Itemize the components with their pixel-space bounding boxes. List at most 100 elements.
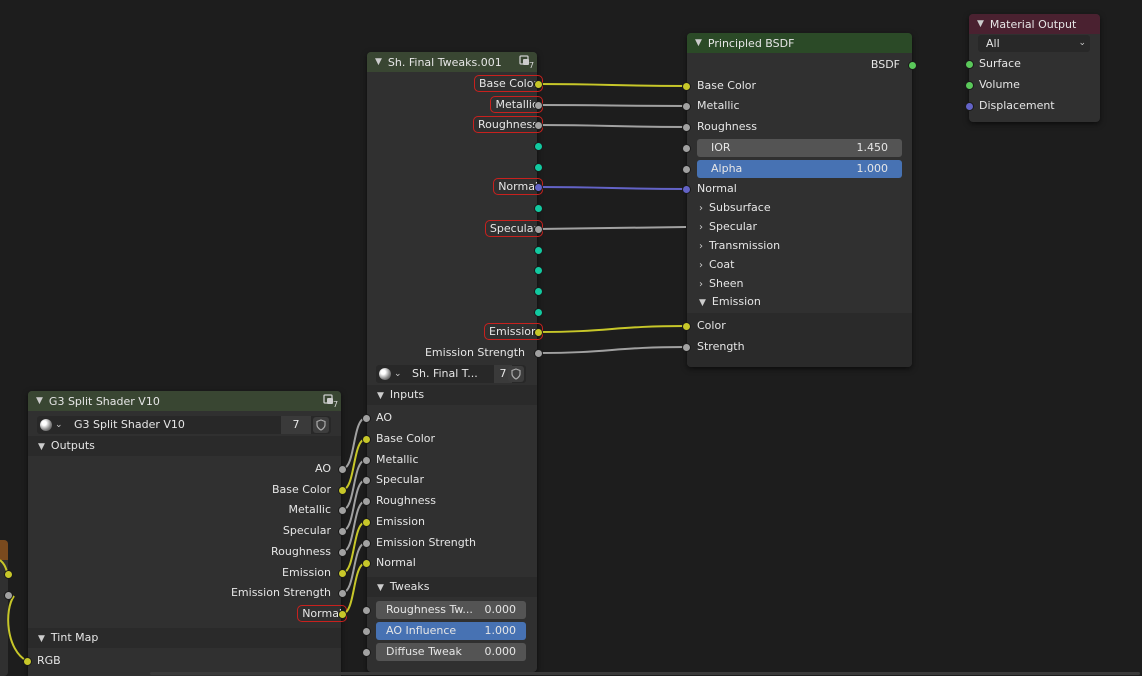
collapse-chevron-icon[interactable]: ▼ xyxy=(375,57,382,67)
material-output-header[interactable]: ▼ Material Output xyxy=(969,14,1100,34)
ft-in-socket-roughness[interactable] xyxy=(362,497,371,506)
ft-out-socket-hidden[interactable] xyxy=(534,204,543,213)
ft-in-socket-metallic[interactable] xyxy=(362,456,371,465)
ft-in-socket-normal[interactable] xyxy=(362,559,371,568)
mo-in-socket-volume[interactable] xyxy=(965,81,974,90)
principled-header[interactable]: ▼ Principled BSDF xyxy=(687,33,912,53)
datablock-selector[interactable]: ⌄ G3 Split Shader V10 7 xyxy=(37,416,331,434)
ft-in-socket-ao-influence[interactable] xyxy=(362,627,371,636)
expand-chevron-icon[interactable]: › xyxy=(699,222,703,233)
panel-specular[interactable]: › Specular xyxy=(699,218,757,236)
datablock-name[interactable]: Sh. Final T... xyxy=(412,365,478,383)
roughness-tweak-field[interactable]: Roughness Tw... 0.000 xyxy=(376,601,526,619)
diffuse-tweak-field[interactable]: Diffuse Tweak 0.000 xyxy=(376,643,526,661)
final-tweaks-header[interactable]: ▼ Sh. Final Tweaks.001 7 xyxy=(367,52,537,72)
ss-out-socket-metallic[interactable] xyxy=(338,506,347,515)
panel-subsurface[interactable]: › Subsurface xyxy=(699,199,771,217)
horizontal-scrollbar[interactable] xyxy=(150,672,1140,675)
pb-in-socket-ior[interactable] xyxy=(682,144,691,153)
datablock-selector[interactable]: ⌄ Sh. Final T... 7 xyxy=(376,365,526,383)
panel-coat[interactable]: › Coat xyxy=(699,256,734,274)
inputs-panel-header[interactable]: ▼ Inputs xyxy=(367,385,537,405)
final-tweaks-node[interactable]: ▼ Sh. Final Tweaks.001 7 Base Color Meta… xyxy=(367,52,543,672)
collapse-chevron-icon[interactable]: ▼ xyxy=(36,396,43,406)
ft-out-socket-specular[interactable] xyxy=(534,225,543,234)
pb-in-socket-emission-strength[interactable] xyxy=(682,343,691,352)
ft-out-socket-roughness[interactable] xyxy=(534,121,543,130)
offscreen-socket-float[interactable] xyxy=(4,591,13,600)
alpha-field[interactable]: Alpha 1.000 xyxy=(697,160,902,178)
ft-in-socket-diffuse-tweak[interactable] xyxy=(362,648,371,657)
ft-out-socket-hidden[interactable] xyxy=(534,266,543,275)
ss-out-socket-normal[interactable] xyxy=(338,610,347,619)
diffuse-tweak-label: Diffuse Tweak xyxy=(386,645,462,658)
ss-out-socket-roughness[interactable] xyxy=(338,548,347,557)
ft-in-socket-ao[interactable] xyxy=(362,414,371,423)
output-target-select[interactable]: All ⌄ xyxy=(978,35,1090,52)
ior-field[interactable]: IOR 1.450 xyxy=(697,139,902,157)
mo-in-socket-displacement[interactable] xyxy=(965,102,974,111)
ft-out-socket-hidden[interactable] xyxy=(534,246,543,255)
expand-chevron-icon[interactable]: › xyxy=(699,279,703,290)
panel-chevron-icon[interactable]: ▼ xyxy=(38,634,45,644)
ft-in-socket-specular[interactable] xyxy=(362,476,371,485)
panel-chevron-icon[interactable]: ▼ xyxy=(38,442,45,452)
datablock-name[interactable]: G3 Split Shader V10 xyxy=(74,416,185,434)
collapse-chevron-icon[interactable]: ▼ xyxy=(699,298,706,308)
tweaks-panel-header[interactable]: ▼ Tweaks xyxy=(367,577,537,597)
ft-out-socket-base-color[interactable] xyxy=(534,80,543,89)
collapse-chevron-icon[interactable]: ▼ xyxy=(695,38,702,48)
panel-emission[interactable]: ▼ Emission xyxy=(699,293,761,311)
ft-out-socket-hidden[interactable] xyxy=(534,142,543,151)
fake-user-shield-icon[interactable] xyxy=(508,366,524,382)
ss-in-socket-rgb[interactable] xyxy=(23,657,32,666)
ao-influence-field[interactable]: AO Influence 1.000 xyxy=(376,622,526,640)
datablock-users[interactable]: 7 xyxy=(281,416,311,434)
expand-chevron-icon[interactable]: › xyxy=(699,241,703,252)
pb-in-socket-normal[interactable] xyxy=(682,185,691,194)
ss-out-socket-ao[interactable] xyxy=(338,465,347,474)
output-label-roughness: Roughness xyxy=(472,116,543,133)
ft-out-socket-normal[interactable] xyxy=(534,183,543,192)
split-shader-node[interactable]: ▼ G3 Split Shader V10 7 ⌄ G3 Split Shade… xyxy=(28,391,347,676)
panel-sheen[interactable]: › Sheen xyxy=(699,275,743,293)
expand-chevron-icon[interactable]: › xyxy=(699,260,703,271)
offscreen-socket-color[interactable] xyxy=(4,570,13,579)
principled-bsdf-node[interactable]: ▼ Principled BSDF BSDF Base Color Metall… xyxy=(687,33,912,367)
ft-out-socket-hidden[interactable] xyxy=(534,163,543,172)
pb-in-socket-alpha[interactable] xyxy=(682,165,691,174)
tint-map-panel-header[interactable]: ▼ Tint Map xyxy=(28,628,341,648)
ss-output-ao: AO xyxy=(315,462,331,475)
expand-chevron-icon[interactable]: › xyxy=(699,203,703,214)
ft-out-socket-emission-strength[interactable] xyxy=(534,349,543,358)
panel-transmission[interactable]: › Transmission xyxy=(699,237,780,255)
panel-chevron-icon[interactable]: ▼ xyxy=(377,391,384,401)
ft-in-socket-roughness-tweak[interactable] xyxy=(362,606,371,615)
ft-out-socket-metallic[interactable] xyxy=(534,101,543,110)
ft-in-socket-base-color[interactable] xyxy=(362,435,371,444)
pb-in-socket-base-color[interactable] xyxy=(682,82,691,91)
pb-in-socket-roughness[interactable] xyxy=(682,123,691,132)
fake-user-shield-icon[interactable] xyxy=(313,417,329,433)
outputs-panel-header[interactable]: ▼ Outputs xyxy=(28,436,341,456)
ft-in-socket-emission-strength[interactable] xyxy=(362,539,371,548)
pb-out-socket-bsdf[interactable] xyxy=(908,61,917,70)
collapse-chevron-icon[interactable]: ▼ xyxy=(977,19,984,29)
split-shader-header[interactable]: ▼ G3 Split Shader V10 7 xyxy=(28,391,341,411)
mo-in-socket-surface[interactable] xyxy=(965,60,974,69)
material-output-node[interactable]: ▼ Material Output All ⌄ Surface Volume D… xyxy=(969,14,1100,122)
ss-out-socket-specular[interactable] xyxy=(338,527,347,536)
link-emission-strength xyxy=(537,346,687,354)
ft-in-socket-emission[interactable] xyxy=(362,518,371,527)
panel-subsurface-label: Subsurface xyxy=(709,201,771,214)
panel-chevron-icon[interactable]: ▼ xyxy=(377,583,384,593)
ft-out-socket-emission[interactable] xyxy=(534,328,543,337)
ss-output-metallic: Metallic xyxy=(288,503,331,516)
pb-in-socket-emission-color[interactable] xyxy=(682,322,691,331)
ss-out-socket-emission-strength[interactable] xyxy=(338,589,347,598)
ft-out-socket-hidden[interactable] xyxy=(534,287,543,296)
ss-out-socket-emission[interactable] xyxy=(338,569,347,578)
ft-out-socket-hidden[interactable] xyxy=(534,308,543,317)
ss-out-socket-base-color[interactable] xyxy=(338,486,347,495)
pb-in-socket-metallic[interactable] xyxy=(682,102,691,111)
